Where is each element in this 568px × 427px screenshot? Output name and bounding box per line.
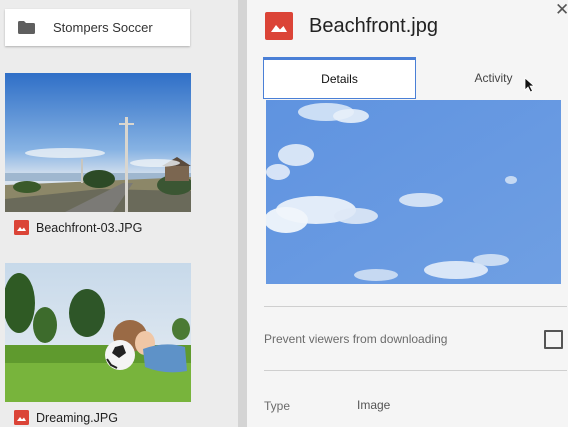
section-divider <box>264 306 567 307</box>
file-thumbnail <box>5 73 191 212</box>
tab-activity[interactable]: Activity <box>416 57 568 99</box>
folder-name: Stompers Soccer <box>53 20 153 35</box>
mouse-cursor-icon <box>524 77 535 93</box>
section-divider <box>264 370 567 371</box>
prevent-download-checkbox[interactable] <box>544 330 563 349</box>
file-name: Beachfront-03.JPG <box>36 220 143 235</box>
image-preview <box>266 100 561 284</box>
type-value: Image <box>357 398 391 412</box>
file-title: Beachfront.jpg <box>309 15 438 37</box>
close-icon[interactable]: ✕ <box>555 1 568 18</box>
folder-item[interactable]: Stompers Soccer <box>5 9 190 46</box>
file-list-pane: Stompers Soccer Beachfront-03.JPG Dreami… <box>0 0 240 427</box>
file-label: Beachfront-03.JPG <box>14 220 142 235</box>
file-card-beachfront-03[interactable]: Beachfront-03.JPG <box>5 73 191 243</box>
image-file-icon <box>265 12 293 40</box>
image-file-icon <box>14 410 29 425</box>
file-thumbnail <box>5 263 191 402</box>
details-panel: Beachfront.jpg ✕ Details Activity Preven… <box>247 0 568 427</box>
tab-details[interactable]: Details <box>263 57 416 99</box>
type-label: Type <box>264 399 291 413</box>
file-label: Dreaming.JPG <box>14 410 118 425</box>
pane-divider <box>238 0 247 427</box>
details-tabs: Details Activity <box>263 57 560 99</box>
prevent-download-label: Prevent viewers from downloading <box>264 332 448 346</box>
folder-icon <box>18 21 35 34</box>
file-name: Dreaming.JPG <box>36 410 118 425</box>
image-file-icon <box>14 220 29 235</box>
file-card-dreaming[interactable]: Dreaming.JPG <box>5 263 191 427</box>
